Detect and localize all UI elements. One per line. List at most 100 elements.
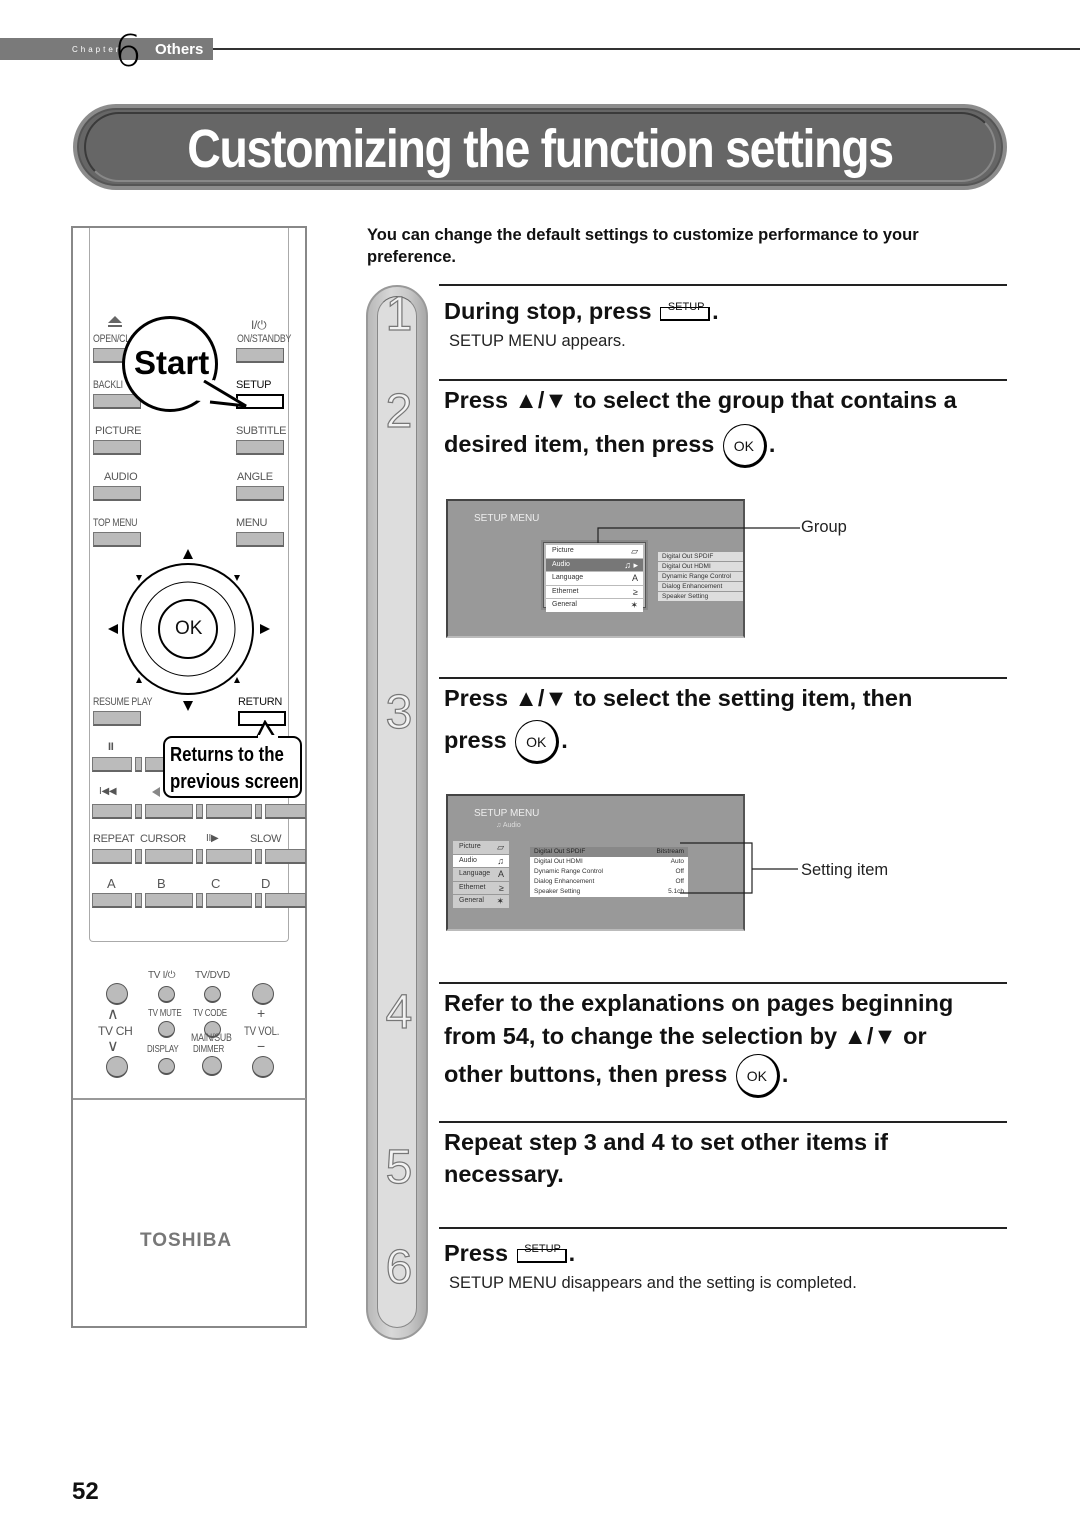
setting-row[interactable]: Digital Out SPDIF Bitstream [530,847,688,857]
tv-ch-down-button[interactable] [106,1056,128,1078]
angle-button[interactable] [236,486,284,501]
tail-mask [258,735,278,739]
tv-mute-button[interactable] [158,1021,175,1038]
group-callout-line [597,527,800,543]
tv-power-button[interactable] [158,986,175,1003]
group-item-general[interactable]: General ✶ [453,895,509,908]
skip-back-button[interactable] [92,804,132,819]
sub-item: Dialog Enhancement [658,582,743,591]
period: . [568,1240,576,1266]
audio-button[interactable] [93,486,141,501]
setting-name: Dialog Enhancement [534,878,595,885]
on-standby-button[interactable] [236,348,284,363]
spacer [196,849,203,864]
arrow-right-icon[interactable] [260,624,270,634]
screen2-title: SETUP MENU [474,808,540,819]
return-bubble-line1: Returns to the [170,744,284,766]
setting-row[interactable]: Digital Out HDMI Auto [530,857,688,867]
pause-button[interactable] [92,757,132,772]
setting-row[interactable]: Dialog Enhancement Off [530,877,688,887]
spacer [135,804,142,819]
group-item-audio[interactable]: Audio ♫ [453,854,509,867]
d-button[interactable] [265,893,306,908]
label-tv-vol: TV VOL. [244,1024,280,1038]
general-icon: ✶ [630,600,638,610]
skip-forward-button[interactable] [265,804,306,819]
group-label: Audio [552,560,570,568]
label-repeat: REPEAT [93,833,135,845]
setting-row[interactable]: Dynamic Range Control Off [530,867,688,877]
group-item-language[interactable]: Language A [453,868,509,881]
step-4-text: other buttons, then press [444,1061,728,1088]
group-item-ethernet[interactable]: Ethernet ≥ [453,881,509,894]
label-tv-mute: TV MUTE [148,1008,182,1019]
resume-play-button[interactable] [93,711,141,726]
step-5-line1: Repeat step 3 and 4 to set other items i… [444,1129,888,1155]
c-button[interactable] [206,893,252,908]
arrow-down-icon[interactable] [183,701,193,711]
tv-dvd-button[interactable] [204,986,221,1003]
group-item-language[interactable]: Language A [546,572,643,585]
sub-item: Digital Out HDMI [658,562,743,571]
slow-forward-button[interactable] [206,849,252,864]
tv-vol-up-button[interactable] [252,983,274,1005]
step-5-line2: necessary. [444,1161,564,1187]
forward-button[interactable] [206,804,252,819]
subtitle-button[interactable] [236,440,284,455]
diag-down-left-icon [136,677,142,683]
step-2-line2: desired item, then press OK. [444,424,775,468]
group-item-picture[interactable]: Picture ▱ [546,545,643,558]
group-label: General [459,897,484,904]
display-button[interactable] [158,1058,175,1075]
step-6-subtext: SETUP MENU disappears and the setting is… [449,1274,857,1292]
group-label: General [552,601,577,608]
diag-up-left-icon [136,575,142,581]
step-4-line1: Refer to the explanations on pages begin… [444,990,954,1016]
label-subtitle: SUBTITLE [236,425,287,437]
chapter-rule [213,48,1080,50]
page-number: 52 [72,1478,99,1505]
plus-icon: + [257,1005,265,1021]
ok-key-icon: OK [722,424,767,468]
picture-icon: ▱ [631,546,638,556]
step-number-2: 2 [385,384,413,438]
picture-icon: ▱ [497,842,504,852]
label-main-sub: MAIN/SUB [191,1032,232,1044]
a-button[interactable] [92,893,132,908]
ethernet-icon: ≥ [499,882,504,893]
picture-button[interactable] [93,440,141,455]
group-callout-label: Group [801,518,847,536]
remote-divider [73,1098,306,1100]
step-1-heading: During stop, press SETUP. [444,294,719,328]
slow-forward-icon: II▶ [206,833,219,844]
cursor-button[interactable] [145,849,193,864]
step-number-6: 6 [385,1240,413,1294]
step-3-rule [439,677,1007,679]
group-label: Picture [459,843,481,850]
group-item-picture[interactable]: Picture ▱ [453,841,509,854]
arrow-left-icon[interactable] [108,624,118,634]
rewind-button[interactable] [145,804,193,819]
label-a: A [107,876,116,891]
setting-callout-label: Setting item [801,861,889,879]
general-icon: ✶ [496,896,504,906]
spacer [196,893,203,908]
dimmer-button[interactable] [202,1056,222,1076]
tv-ch-up-button[interactable] [106,983,128,1005]
chapter-number: 6 [114,26,142,77]
b-button[interactable] [145,893,193,908]
repeat-button[interactable] [92,849,132,864]
label-on-standby: ON/STANDBY [237,333,292,345]
label-c: C [211,876,221,891]
spacer [255,893,262,908]
rewind-icon [152,787,160,797]
group-item-general[interactable]: General ✶ [546,599,643,612]
group-item-audio[interactable]: Audio ♫ ▸ [546,558,643,571]
tv-vol-down-button[interactable] [252,1056,274,1078]
arrow-up-icon[interactable] [183,549,193,559]
group-item-ethernet[interactable]: Ethernet ≥ [546,585,643,598]
slow-button[interactable] [265,849,306,864]
spacer [135,849,142,864]
step-1-subtext: SETUP MENU appears. [449,332,626,350]
setting-row[interactable]: Speaker Setting 5.1ch [530,887,688,897]
